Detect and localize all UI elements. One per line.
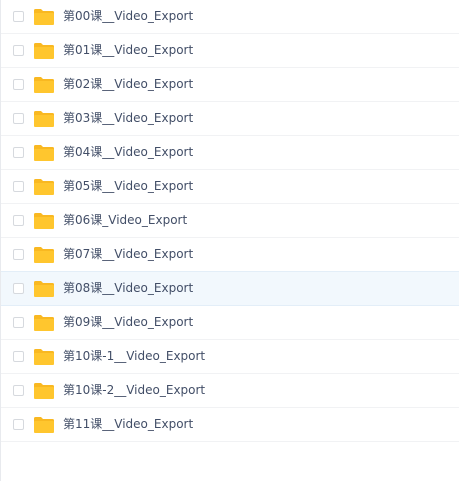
file-row[interactable]: 第11课__Video_Export <box>1 408 459 442</box>
row-checkbox[interactable] <box>13 351 24 362</box>
folder-icon <box>33 382 55 400</box>
file-name[interactable]: 第02课__Video_Export <box>63 68 193 101</box>
file-row[interactable]: 第09课__Video_Export <box>1 306 459 340</box>
row-checkbox[interactable] <box>13 181 24 192</box>
file-name[interactable]: 第06课_Video_Export <box>63 204 187 237</box>
file-row[interactable]: 第10课-2__Video_Export <box>1 374 459 408</box>
file-row[interactable]: 第02课__Video_Export <box>1 68 459 102</box>
file-row[interactable]: 第03课__Video_Export <box>1 102 459 136</box>
row-checkbox[interactable] <box>13 147 24 158</box>
row-checkbox[interactable] <box>13 45 24 56</box>
row-checkbox[interactable] <box>13 283 24 294</box>
file-row[interactable]: 第06课_Video_Export <box>1 204 459 238</box>
file-row[interactable]: 第04课__Video_Export <box>1 136 459 170</box>
row-checkbox[interactable] <box>13 11 24 22</box>
file-row[interactable]: 第00课__Video_Export <box>1 0 459 34</box>
file-name[interactable]: 第08课__Video_Export <box>63 272 193 305</box>
folder-icon <box>33 280 55 298</box>
folder-icon <box>33 76 55 94</box>
row-checkbox[interactable] <box>13 113 24 124</box>
file-row[interactable]: 第05课__Video_Export <box>1 170 459 204</box>
row-checkbox[interactable] <box>13 317 24 328</box>
file-name[interactable]: 第01课__Video_Export <box>63 34 193 67</box>
file-name[interactable]: 第03课__Video_Export <box>63 102 193 135</box>
row-checkbox[interactable] <box>13 79 24 90</box>
file-row[interactable]: 第10课-1__Video_Export <box>1 340 459 374</box>
file-list: 第00课__Video_Export 第01课__Video_Export 第02课… <box>0 0 459 481</box>
file-name[interactable]: 第07课__Video_Export <box>63 238 193 271</box>
file-row[interactable]: 第01课__Video_Export <box>1 34 459 68</box>
row-checkbox[interactable] <box>13 249 24 260</box>
row-checkbox[interactable] <box>13 385 24 396</box>
folder-icon <box>33 348 55 366</box>
folder-icon <box>33 416 55 434</box>
folder-icon <box>33 42 55 60</box>
file-name[interactable]: 第05课__Video_Export <box>63 170 193 203</box>
folder-icon <box>33 178 55 196</box>
file-name[interactable]: 第10课-1__Video_Export <box>63 340 205 373</box>
file-row[interactable]: 第08课__Video_Export <box>1 271 459 306</box>
folder-icon <box>33 110 55 128</box>
folder-icon <box>33 8 55 26</box>
file-name[interactable]: 第09课__Video_Export <box>63 306 193 339</box>
folder-icon <box>33 246 55 264</box>
file-name[interactable]: 第04课__Video_Export <box>63 136 193 169</box>
file-name[interactable]: 第11课__Video_Export <box>63 408 193 441</box>
file-row[interactable]: 第07课__Video_Export <box>1 238 459 272</box>
file-name[interactable]: 第10课-2__Video_Export <box>63 374 205 407</box>
row-checkbox[interactable] <box>13 215 24 226</box>
folder-icon <box>33 314 55 332</box>
row-checkbox[interactable] <box>13 419 24 430</box>
file-name[interactable]: 第00课__Video_Export <box>63 0 193 33</box>
folder-icon <box>33 212 55 230</box>
folder-icon <box>33 144 55 162</box>
